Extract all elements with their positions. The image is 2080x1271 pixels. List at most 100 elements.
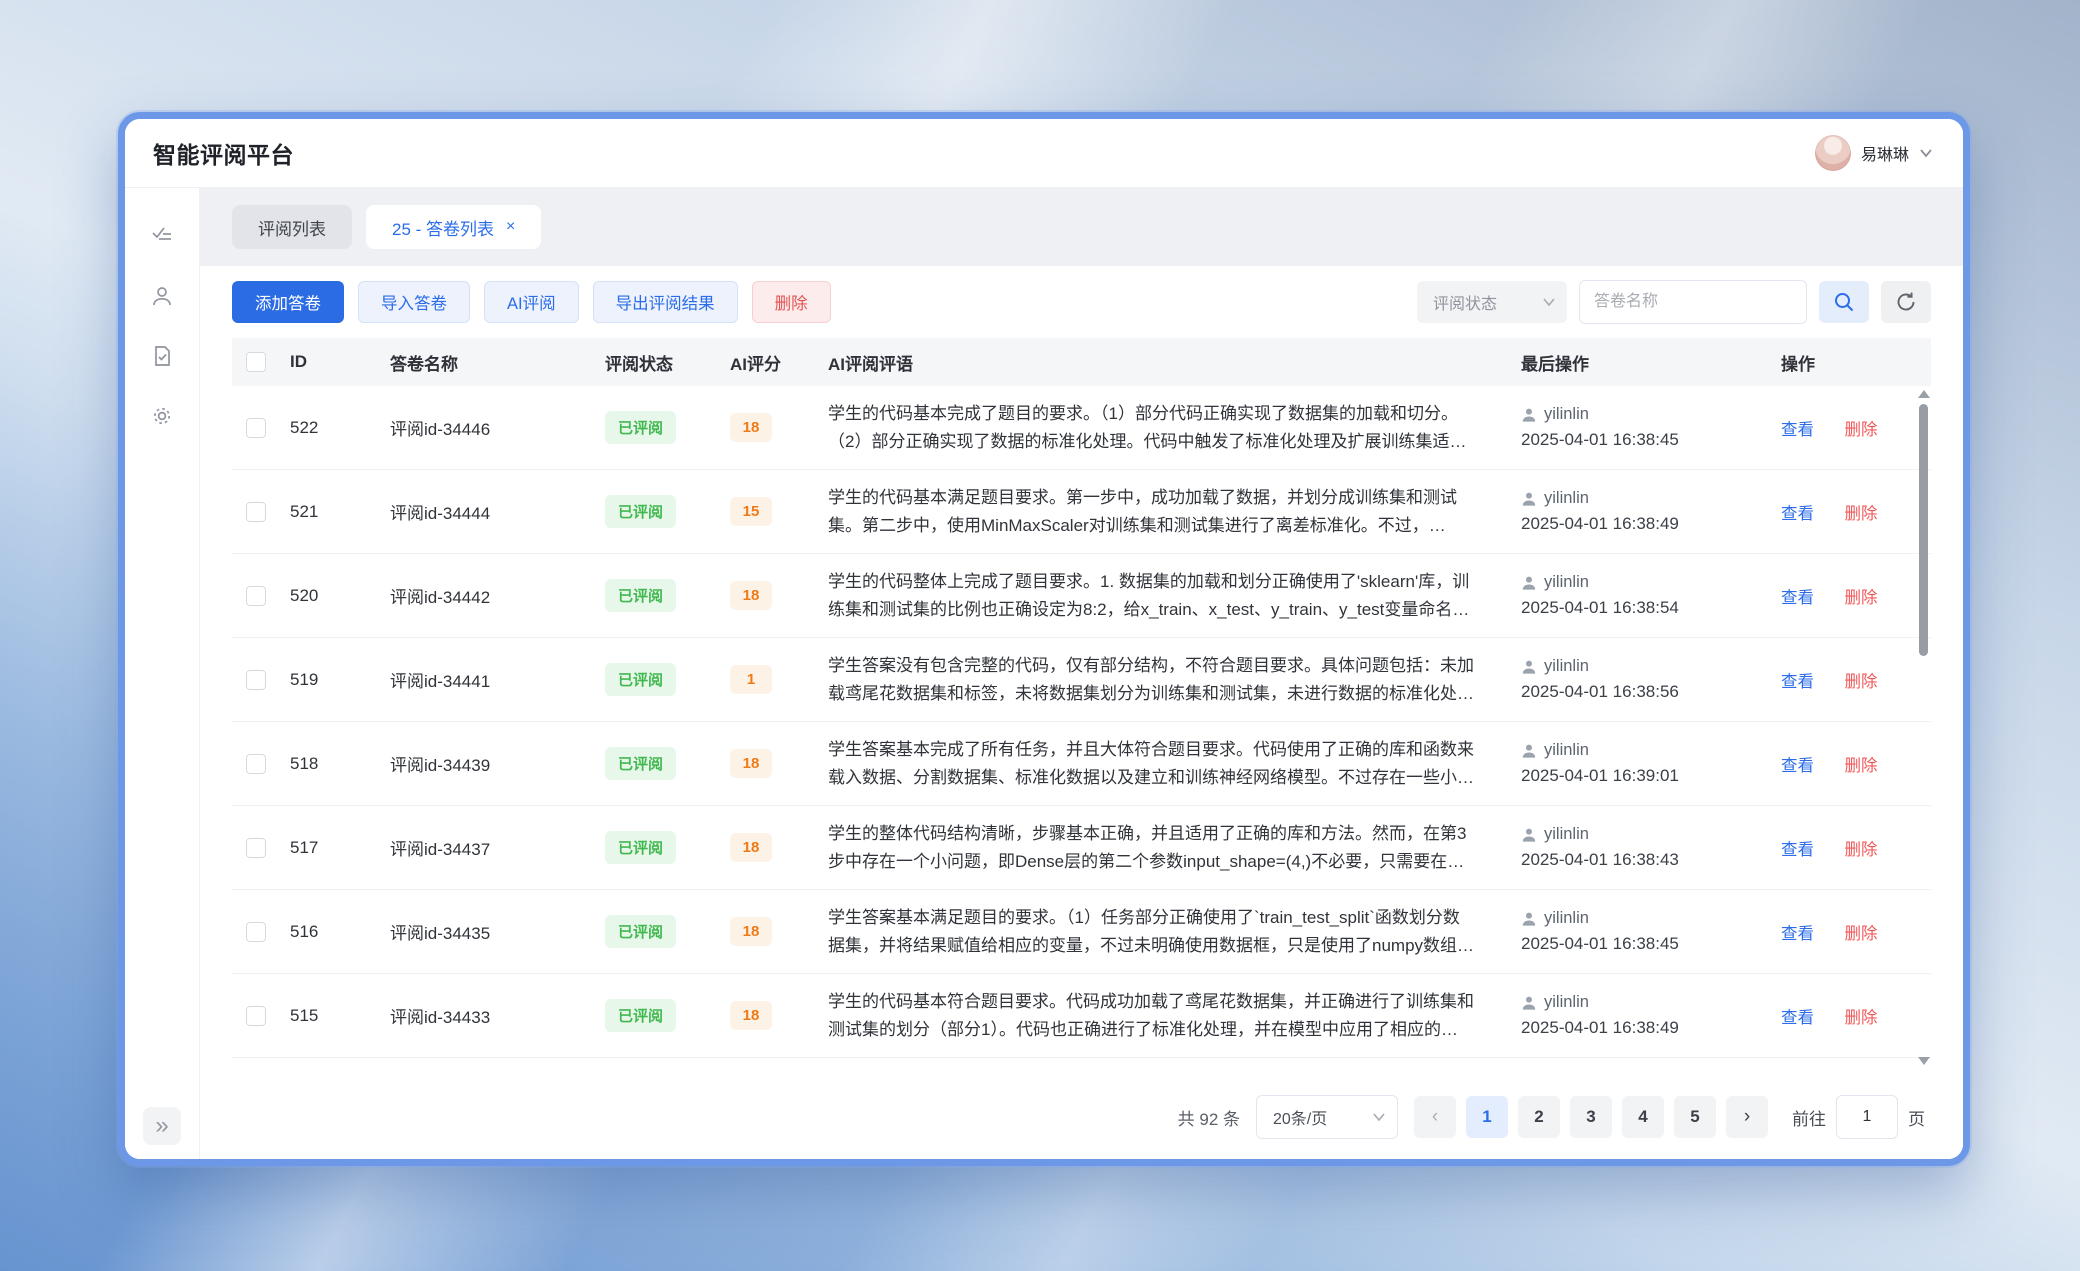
view-link[interactable]: 查看 [1781,505,1814,523]
page-size-select[interactable]: 20条/页 [1256,1095,1398,1139]
ai-comment: 学生的整体代码结构清晰，步骤基本正确，并且适用了正确的库和方法。然而，在第3步中… [828,820,1475,875]
prev-page-button[interactable]: ‹ [1414,1096,1456,1138]
tab-answer-list[interactable]: 25 - 答卷列表 × [366,205,541,249]
avatar[interactable] [1815,135,1851,171]
tab-review-list[interactable]: 评阅列表 [232,205,352,249]
gear-icon[interactable] [140,394,184,438]
delete-link[interactable]: 删除 [1844,1009,1877,1027]
row-checkbox[interactable] [246,670,266,690]
row-checkbox[interactable] [246,1006,266,1026]
ai-comment: 学生答案没有包含完整的代码，仅有部分结构，不符合题目要求。具体问题包括：未加载鸢… [828,652,1475,707]
row-id: 519 [290,670,390,690]
last-op-time: 2025-04-01 16:38:49 [1521,514,1679,533]
status-badge: 已评阅 [605,579,676,612]
last-op-time: 2025-04-01 16:38:49 [1521,1018,1679,1037]
delete-link[interactable]: 删除 [1844,673,1877,691]
table-header-row: ID 答卷名称 评阅状态 AI评分 AI评阅评语 最后操作 操作 [232,338,1931,386]
delete-link[interactable]: 删除 [1844,421,1877,439]
ai-review-button[interactable]: AI评阅 [484,281,579,323]
person-icon [1521,659,1537,675]
view-link[interactable]: 查看 [1781,841,1814,859]
operator-name: yilinlin [1544,825,1589,844]
user-icon[interactable] [140,274,184,318]
last-op-time: 2025-04-01 16:38:43 [1521,850,1679,869]
next-page-button[interactable]: › [1726,1096,1768,1138]
document-check-icon[interactable] [140,334,184,378]
header-score: AI评分 [730,350,828,375]
delete-button[interactable]: 删除 [752,281,831,323]
status-badge: 已评阅 [605,915,676,948]
operator-name: yilinlin [1544,657,1589,676]
row-name: 评阅id-34446 [390,415,605,440]
delete-link[interactable]: 删除 [1844,757,1877,775]
score-badge: 18 [730,833,772,862]
refresh-button[interactable] [1881,281,1931,323]
view-link[interactable]: 查看 [1781,673,1814,691]
row-name: 评阅id-34433 [390,1003,605,1028]
delete-link[interactable]: 删除 [1844,505,1877,523]
row-id: 516 [290,922,390,942]
delete-link[interactable]: 删除 [1844,925,1877,943]
score-badge: 18 [730,1001,772,1030]
person-icon [1521,407,1537,423]
row-checkbox[interactable] [246,838,266,858]
delete-link[interactable]: 删除 [1844,589,1877,607]
operator-name: yilinlin [1544,489,1589,508]
header-name: 答卷名称 [390,350,605,375]
select-all-checkbox[interactable] [246,352,266,372]
view-link[interactable]: 查看 [1781,1009,1814,1027]
status-filter-select[interactable]: 评阅状态 [1417,281,1567,323]
answer-name-input[interactable] [1579,280,1807,324]
last-op-time: 2025-04-01 16:38:45 [1521,934,1679,953]
status-badge: 已评阅 [605,411,676,444]
page-unit-label: 页 [1908,1105,1925,1130]
ai-comment: 学生的代码基本完成了题目的要求。（1）部分代码正确实现了数据集的加载和切分。（2… [828,400,1475,455]
review-list-icon[interactable] [140,214,184,258]
export-results-button[interactable]: 导出评阅结果 [593,281,738,323]
score-badge: 15 [730,497,772,526]
page-button-3[interactable]: 3 [1570,1096,1612,1138]
view-link[interactable]: 查看 [1781,925,1814,943]
header-status: 评阅状态 [605,350,730,375]
ai-comment: 学生的代码整体上完成了题目要求。1. 数据集的加载和划分正确使用了'sklear… [828,568,1475,623]
person-icon [1521,911,1537,927]
person-icon [1521,491,1537,507]
score-badge: 18 [730,917,772,946]
table-row: 520 评阅id-34442 已评阅 18 学生的代码整体上完成了题目要求。1.… [232,554,1931,638]
ai-comment: 学生答案基本满足题目的要求。（1）任务部分正确使用了`train_test_sp… [828,904,1475,959]
operator-name: yilinlin [1544,993,1589,1012]
row-id: 518 [290,754,390,774]
last-op-time: 2025-04-01 16:38:45 [1521,430,1679,449]
add-answer-button[interactable]: 添加答卷 [232,281,344,323]
row-checkbox[interactable] [246,586,266,606]
operator-name: yilinlin [1544,909,1589,928]
page-button-1[interactable]: 1 [1466,1096,1508,1138]
row-checkbox[interactable] [246,418,266,438]
row-name: 评阅id-34439 [390,751,605,776]
chevron-down-icon [1373,1113,1385,1121]
status-badge: 已评阅 [605,495,676,528]
search-button[interactable] [1819,281,1869,323]
tab-close-icon[interactable]: × [506,219,515,235]
user-menu[interactable]: 易琳琳 [1815,135,1933,171]
row-id: 520 [290,586,390,606]
row-checkbox[interactable] [246,922,266,942]
row-checkbox[interactable] [246,502,266,522]
header-id: ID [290,352,390,372]
page-button-4[interactable]: 4 [1622,1096,1664,1138]
sidebar-collapse-button[interactable]: » [143,1107,181,1145]
pagination: 共 92 条 20条/页 ‹ 12345› 前往 页 [232,1075,1931,1159]
ai-comment: 学生答案基本完成了所有任务，并且大体符合题目要求。代码使用了正确的库和函数来载入… [828,736,1475,791]
import-answer-button[interactable]: 导入答卷 [358,281,470,323]
goto-page-input[interactable] [1836,1095,1898,1139]
header-last-op: 最后操作 [1521,350,1781,375]
view-link[interactable]: 查看 [1781,421,1814,439]
view-link[interactable]: 查看 [1781,589,1814,607]
goto-label: 前往 [1792,1105,1826,1130]
delete-link[interactable]: 删除 [1844,841,1877,859]
page-button-5[interactable]: 5 [1674,1096,1716,1138]
view-link[interactable]: 查看 [1781,757,1814,775]
row-checkbox[interactable] [246,754,266,774]
page-buttons: ‹ 12345› [1414,1096,1768,1138]
page-button-2[interactable]: 2 [1518,1096,1560,1138]
